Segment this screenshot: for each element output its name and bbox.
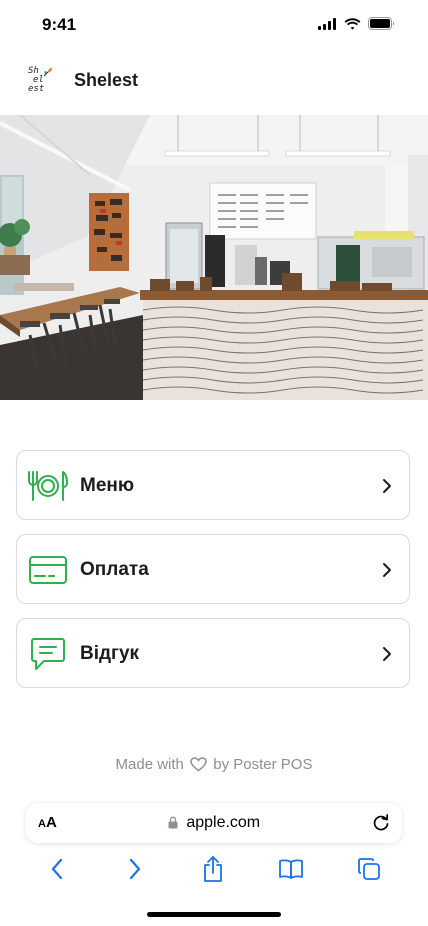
- bookmarks-button[interactable]: [276, 855, 306, 883]
- heart-icon: [190, 757, 207, 772]
- credit-card-icon: [27, 552, 69, 588]
- status-bar: 9:41: [0, 0, 428, 50]
- header: Sh el est Shelest: [0, 56, 428, 108]
- tabs-button[interactable]: [354, 855, 384, 883]
- menu-card-menu[interactable]: Меню: [16, 450, 410, 520]
- cellular-signal-icon: [318, 17, 336, 30]
- chevron-right-icon: [383, 647, 391, 661]
- status-time: 9:41: [42, 15, 77, 34]
- wifi-icon: [344, 17, 361, 30]
- share-icon: [204, 856, 222, 882]
- chevron-right-icon: [383, 479, 391, 493]
- hero-image: [0, 115, 428, 400]
- address-bar[interactable]: AA apple.com: [26, 803, 402, 843]
- leaf-mark-icon: [43, 67, 53, 77]
- url-text: apple.com: [186, 814, 261, 831]
- chevron-right-icon: [383, 563, 391, 577]
- battery-icon: [368, 17, 395, 30]
- cafe-interior-photo: [0, 115, 428, 400]
- url-display[interactable]: apple.com: [26, 814, 402, 832]
- brand-name: Shelest: [74, 70, 139, 90]
- lock-icon: [168, 816, 178, 829]
- menu-card-payment[interactable]: Оплата: [16, 534, 410, 604]
- logo[interactable]: Sh el est: [26, 66, 56, 96]
- back-button[interactable]: [42, 855, 72, 883]
- status-icons: [318, 17, 395, 30]
- browser-toolbar: [0, 850, 428, 886]
- menu-card-feedback[interactable]: Відгук: [16, 618, 410, 688]
- chat-bubble-icon: [27, 636, 69, 672]
- poster-pos-link[interactable]: by Poster POS: [213, 756, 312, 773]
- made-with-footer: Made with by Poster POS: [0, 756, 428, 773]
- chevron-right-icon: [129, 858, 141, 880]
- chevron-left-icon: [51, 858, 63, 880]
- menu-card-label: Відгук: [80, 643, 140, 664]
- logo-line-3: est: [28, 84, 45, 94]
- plate-fork-knife-icon: [27, 468, 69, 504]
- book-icon: [279, 859, 303, 879]
- home-indicator[interactable]: [147, 912, 281, 917]
- share-button[interactable]: [198, 855, 228, 883]
- menu-card-label: Оплата: [80, 559, 149, 580]
- reload-icon[interactable]: [372, 813, 390, 832]
- made-with-text: Made with: [115, 756, 184, 773]
- menu-card-label: Меню: [80, 475, 135, 496]
- forward-button[interactable]: [120, 855, 150, 883]
- tabs-icon: [358, 858, 380, 880]
